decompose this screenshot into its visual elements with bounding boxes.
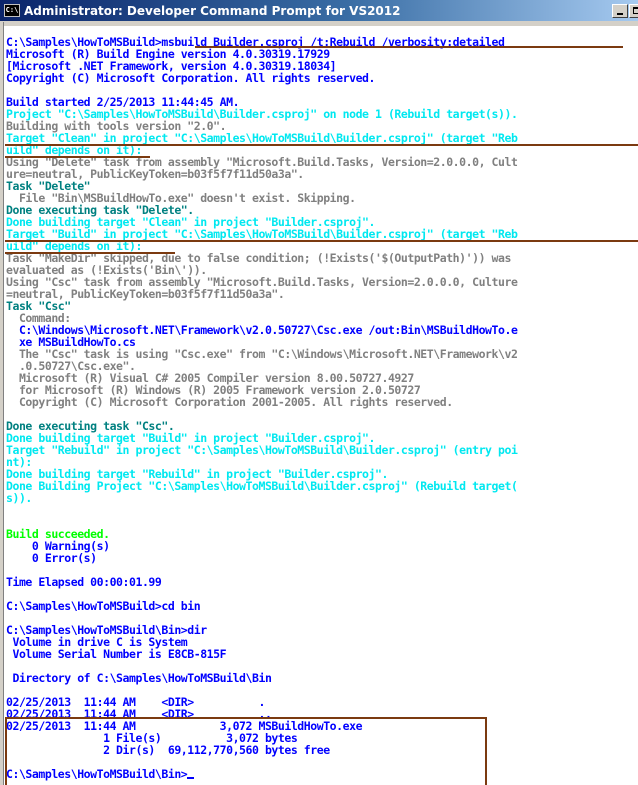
console-line: s)). <box>6 491 32 505</box>
console-line: Done Building Project "C:\Samples\HowToM… <box>6 479 518 493</box>
console-line: Build succeeded. <box>6 527 110 541</box>
console-line: C:\Samples\HowToMSBuild>cd bin <box>6 599 201 613</box>
console-line: Volume in drive C is System <box>6 635 188 649</box>
console-line: Done executing task "Delete". <box>6 203 194 217</box>
console-line: ure=neutral, PublicKeyToken=b03f5f7f11d5… <box>6 167 304 181</box>
console-line: xe MSBuildHowTo.cs <box>6 335 136 349</box>
console-line: The "Csc" task is using "Csc.exe" from "… <box>6 347 518 361</box>
console-line: =neutral, PublicKeyToken=b03f5f7f11d50a3… <box>6 287 285 301</box>
console-line: Done building target "Clean" in project … <box>6 215 375 229</box>
title-bar[interactable]: C:\ Administrator: Developer Command Pro… <box>0 0 638 22</box>
console-line: C:\Windows\Microsoft.NET\Framework\v2.0.… <box>6 323 518 337</box>
console-line: Target "Clean" in project "C:\Samples\Ho… <box>6 131 518 145</box>
annotation-underline-build-target-cont <box>5 252 175 254</box>
console-line: Time Elapsed 00:00:01.99 <box>6 575 162 589</box>
annotation-box-dir-listing <box>5 717 487 785</box>
console-line: Microsoft (R) Visual C# 2005 Compiler ve… <box>6 371 414 385</box>
console-line: Using "Csc" task from assembly "Microsof… <box>6 275 518 289</box>
console-line: Copyright (C) Microsoft Corporation. All… <box>6 71 375 85</box>
annotation-underline-clean-target-cont <box>5 156 150 158</box>
cmd-icon: C:\ <box>4 4 20 17</box>
console-line: Build started 2/25/2013 11:44:45 AM. <box>6 95 240 109</box>
window-frame-left <box>0 22 4 785</box>
console-line: Command: <box>6 311 71 325</box>
console-line: Done executing task "Csc". <box>6 419 175 433</box>
console-line: Microsoft (R) Build Engine version 4.0.3… <box>6 47 330 61</box>
console-line: 0 Error(s) <box>6 551 97 565</box>
console-line: for Microsoft (R) Windows (R) 2005 Frame… <box>6 383 421 397</box>
console-line: Directory of C:\Samples\HowToMSBuild\Bin <box>6 671 272 685</box>
console-line: Task "Csc" <box>6 299 71 313</box>
console-line: File "Bin\MSBuildHowTo.exe" doesn't exis… <box>6 191 356 205</box>
console-line: 02/25/2013 11:44 AM <DIR> . <box>6 695 265 709</box>
minimize-button[interactable] <box>612 4 628 18</box>
console-line: [Microsoft .NET Framework, version 4.0.3… <box>6 59 337 73</box>
console-line: Task "Delete" <box>6 179 91 193</box>
console-line: Volume Serial Number is E8CB-815F <box>6 647 227 661</box>
console-line: C:\Samples\HowToMSBuild\Bin>dir <box>6 623 207 637</box>
annotation-underline-build-target <box>5 240 638 242</box>
console-line: Target "Build" in project "C:\Samples\Ho… <box>6 227 518 241</box>
console-line: 0 Warning(s) <box>6 539 110 553</box>
console-line: Building with tools version "2.0". <box>6 119 227 133</box>
console-line: nt): <box>6 455 32 469</box>
console-output[interactable]: C:\Samples\HowToMSBuild\Bin> 2 Dir(s) 69… <box>5 26 638 785</box>
console-line: Project "C:\Samples\HowToMSBuild\Builder… <box>6 107 518 121</box>
annotation-underline-clean-target <box>5 144 638 146</box>
console-line: Done building target "Rebuild" in projec… <box>6 467 388 481</box>
console-line: Done building target "Build" in project … <box>6 431 375 445</box>
console-line: .0.50727\Csc.exe". <box>6 359 136 373</box>
window-title: Administrator: Developer Command Prompt … <box>24 4 401 18</box>
maximize-button[interactable] <box>629 4 638 18</box>
annotation-underline-command <box>195 46 623 48</box>
console-line: Target "Rebuild" in project "C:\Samples\… <box>6 443 518 457</box>
console-line: Copyright (C) Microsoft Corporation 2001… <box>6 395 453 409</box>
console-line: evaluated as (!Exists('Bin\')). <box>6 263 207 277</box>
